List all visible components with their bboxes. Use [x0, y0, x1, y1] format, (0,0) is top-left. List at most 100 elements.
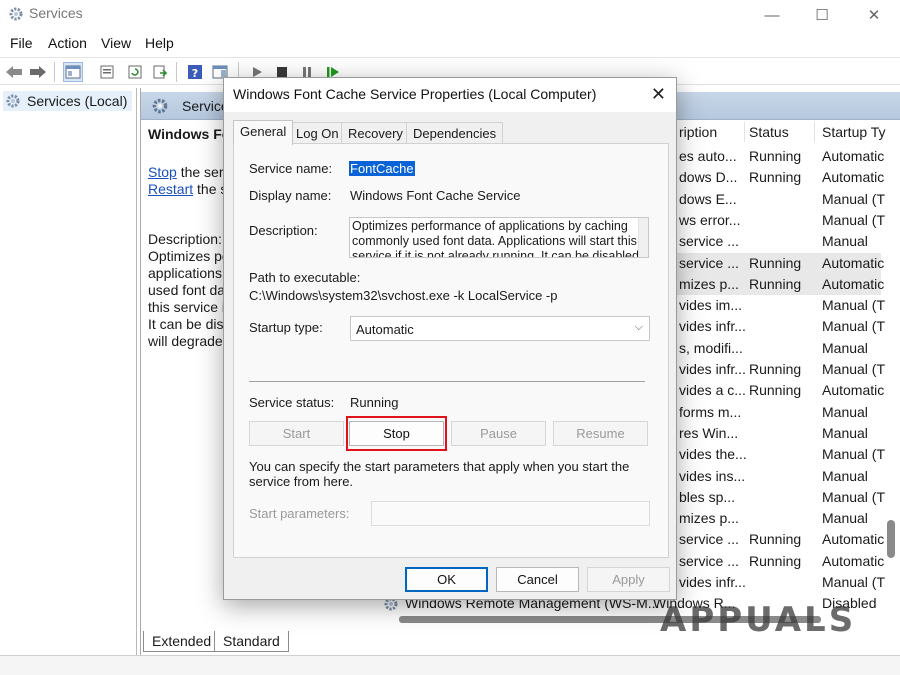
start-parameters-label: Start parameters:: [249, 506, 350, 521]
pause-button[interactable]: Pause: [451, 421, 546, 446]
watermark-logo: APPUALS: [660, 600, 857, 640]
tab-extended[interactable]: Extended: [143, 631, 221, 652]
divider: [249, 381, 645, 382]
selected-service-heading: Windows Fo: [148, 126, 231, 142]
show-hide-console-tree-button[interactable]: [63, 62, 83, 82]
table-row[interactable]: vides infr... Running Manual (T: [671, 359, 885, 380]
table-row[interactable]: bles sp... Manual (T: [671, 487, 885, 508]
general-tab-page: Service name: FontCache Display name: Wi…: [233, 143, 669, 558]
restart-service-link[interactable]: Restart: [148, 181, 193, 197]
table-row[interactable]: mizes p... Manual: [671, 508, 881, 529]
service-description-cell: vides infr...: [679, 574, 746, 590]
service-description-cell: vides ins...: [679, 467, 746, 484]
display-name-value[interactable]: Windows Font Cache Service: [350, 188, 521, 203]
tab-general[interactable]: General: [233, 120, 294, 145]
column-startup-type[interactable]: Startup Ty: [822, 124, 886, 140]
title-bar: Services — ☐ ✕: [0, 0, 900, 30]
dialog-title-bar: Windows Font Cache Service Properties (L…: [224, 78, 676, 112]
table-row[interactable]: vides ins... Manual: [671, 466, 881, 487]
description-label: Description:: [249, 223, 318, 238]
refresh-button[interactable]: [125, 62, 145, 82]
column-divider[interactable]: [814, 122, 815, 142]
chevron-down-icon: ⌵: [634, 321, 643, 333]
service-startup-cell: Manual (T: [822, 446, 886, 463]
table-row[interactable]: es auto... Running Automatic: [671, 146, 884, 167]
table-row[interactable]: forms m... Manual: [671, 402, 881, 423]
table-row[interactable]: vides a c... Running Automatic: [671, 380, 884, 401]
back-button[interactable]: [4, 62, 24, 82]
service-status-cell: Running: [749, 275, 802, 292]
ok-button[interactable]: OK: [405, 567, 488, 592]
export-list-button[interactable]: [150, 62, 170, 82]
table-row[interactable]: mizes p... Running Automatic: [671, 273, 885, 295]
cancel-button[interactable]: Cancel: [496, 567, 579, 592]
start-parameters-input[interactable]: [371, 501, 650, 526]
service-startup-cell: Automatic: [822, 254, 885, 271]
start-button[interactable]: Start: [249, 421, 344, 446]
table-row[interactable]: vides the... Manual (T: [671, 444, 885, 465]
description-textbox[interactable]: Optimizes performance of applications by…: [349, 217, 649, 258]
tab-recovery[interactable]: Recovery: [341, 122, 410, 144]
table-row[interactable]: service ... Running Automatic: [671, 252, 885, 274]
description-scrollbar[interactable]: [638, 218, 648, 257]
menu-file[interactable]: File: [10, 35, 33, 51]
tab-dependencies[interactable]: Dependencies: [406, 122, 504, 144]
table-row[interactable]: vides im... Manual (T: [671, 295, 885, 316]
table-row[interactable]: res Win... Manual: [671, 423, 881, 444]
service-properties-dialog: Windows Font Cache Service Properties (L…: [223, 77, 677, 600]
export-icon: [153, 65, 168, 79]
dialog-close-button[interactable]: ✕: [651, 84, 666, 105]
table-row[interactable]: ws error... Manual (T: [671, 210, 885, 231]
resume-button[interactable]: Resume: [553, 421, 648, 446]
properties-view-button[interactable]: [97, 62, 117, 82]
service-status-cell: Running: [749, 169, 802, 186]
menu-view[interactable]: View: [101, 35, 131, 51]
forward-button[interactable]: [28, 62, 48, 82]
menu-action[interactable]: Action: [48, 35, 87, 51]
column-description[interactable]: ription: [679, 124, 717, 140]
help-button[interactable]: ?: [185, 62, 205, 82]
path-to-executable-value[interactable]: C:\Windows\system32\svchost.exe -k Local…: [249, 288, 558, 303]
table-row[interactable]: dows E... Manual (T: [671, 189, 885, 210]
svg-text:?: ?: [192, 67, 198, 80]
vertical-scrollbar-thumb[interactable]: [887, 520, 895, 558]
service-description-cell: vides infr...: [679, 361, 746, 377]
menu-help[interactable]: Help: [145, 35, 174, 51]
service-startup-cell: Automatic: [822, 169, 885, 186]
service-status-value: Running: [350, 395, 399, 410]
tree-item-services-local[interactable]: Services (Local): [3, 91, 133, 111]
service-description-cell: vides infr...: [679, 318, 746, 335]
service-description-cell: dows D...: [679, 169, 738, 186]
stop-button-highlight: [346, 416, 447, 451]
table-row[interactable]: vides infr... Manual (T: [671, 316, 885, 337]
service-startup-cell: Automatic: [822, 275, 885, 292]
close-window-button[interactable]: ✕: [851, 0, 897, 30]
table-row[interactable]: dows D... Running Automatic: [671, 167, 885, 188]
table-row[interactable]: service ... Running Automatic: [671, 529, 884, 550]
service-startup-cell: Manual (T: [822, 297, 886, 314]
apply-button[interactable]: Apply: [587, 567, 670, 592]
service-description-cell: service ...: [679, 233, 739, 250]
startup-type-value: Automatic: [356, 322, 414, 337]
startup-type-dropdown[interactable]: Automatic ⌵: [350, 316, 650, 341]
service-startup-cell: Manual: [822, 424, 868, 441]
maximize-button[interactable]: ☐: [799, 0, 845, 30]
table-row[interactable]: vides infr... Manual (T: [671, 572, 885, 593]
dialog-title: Windows Font Cache Service Properties (L…: [233, 86, 597, 102]
table-row[interactable]: service ... Manual: [671, 231, 881, 252]
console-tree: Services (Local): [0, 88, 137, 655]
column-status[interactable]: Status: [749, 124, 789, 140]
service-startup-cell: Manual: [822, 233, 868, 250]
tab-log-on[interactable]: Log On: [289, 122, 346, 144]
tab-standard[interactable]: Standard: [214, 631, 289, 652]
status-bar: [0, 655, 900, 675]
service-startup-cell: Manual (T: [822, 211, 886, 228]
service-startup-cell: Manual (T: [822, 361, 886, 377]
stop-service-link[interactable]: Stop: [148, 164, 177, 180]
service-name-value[interactable]: FontCache: [349, 161, 415, 176]
column-divider[interactable]: [744, 122, 745, 142]
table-row[interactable]: s, modifi... Manual: [671, 338, 881, 359]
back-arrow-icon: [6, 66, 22, 78]
minimize-button[interactable]: —: [749, 0, 795, 30]
table-row[interactable]: service ... Running Automatic: [671, 551, 884, 572]
